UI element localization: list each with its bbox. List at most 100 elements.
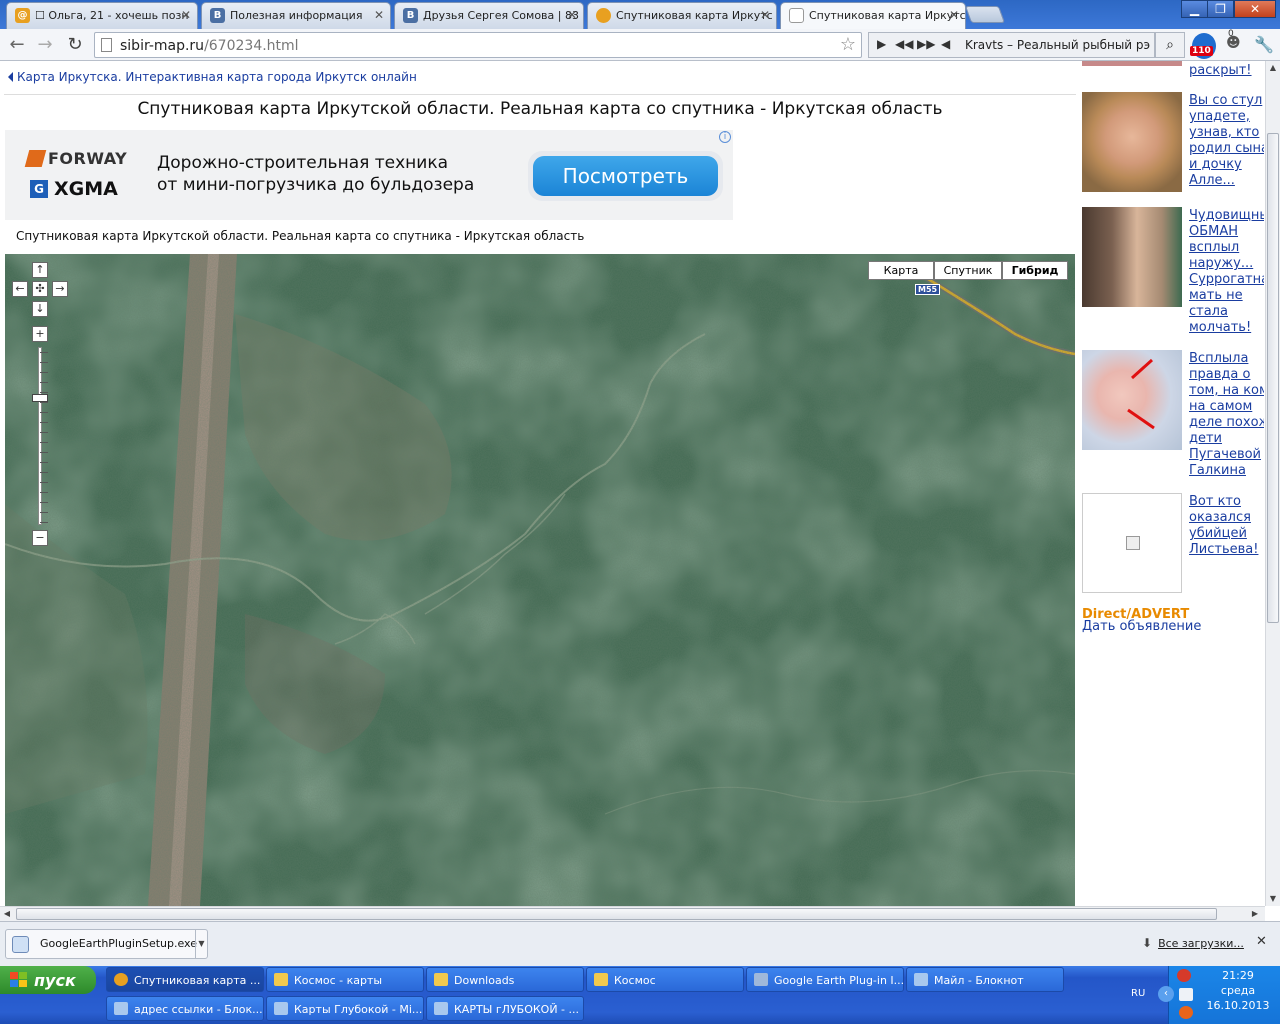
scroll-left-arrow-icon[interactable]: ◀	[0, 907, 14, 921]
tab-label: Спутниковая карта Иркутс	[809, 9, 966, 22]
back-to-irkutsk-link[interactable]: Карта Иркутска. Интерактивная карта горо…	[8, 70, 417, 84]
close-icon[interactable]: ✕	[374, 8, 384, 22]
road-label: M55	[915, 284, 941, 295]
back-button[interactable]: ←	[6, 34, 28, 56]
sidebar-image-babies[interactable]	[1082, 350, 1182, 450]
close-icon[interactable]: ✕	[949, 8, 959, 22]
tab-sat-map-2[interactable]: Спутниковая карта Иркутс ✕	[780, 2, 966, 29]
wrench-menu-icon[interactable]: 🔧	[1254, 35, 1274, 54]
ad-text-line2: от мини-погрузчика до бульдозера	[157, 175, 475, 195]
zoom-out-button[interactable]: −	[32, 530, 48, 546]
pan-down-button[interactable]: ↓	[32, 301, 48, 317]
chevron-left-icon[interactable]: ‹	[1158, 986, 1174, 1002]
close-icon[interactable]: ✕	[760, 8, 770, 22]
tab-label: ☐ Ольга, 21 - хочешь позн	[35, 9, 189, 22]
sidebar-image-broken[interactable]	[1082, 493, 1182, 593]
search-icon[interactable]: ⌕	[1155, 32, 1185, 58]
chevron-down-icon[interactable]: ▼	[195, 930, 207, 958]
forward-button[interactable]: →	[34, 34, 56, 56]
tab-olga[interactable]: @ ☐ Ольга, 21 - хочешь позн ✕	[6, 2, 198, 29]
scroll-right-arrow-icon[interactable]: ▶	[1248, 907, 1262, 921]
close-icon[interactable]: ✕	[567, 8, 577, 22]
task-mail-notepad[interactable]: Майл - Блокнот	[906, 967, 1064, 992]
mail-extension-icon[interactable]: 110	[1190, 33, 1216, 59]
ad-view-button[interactable]: Посмотреть	[528, 151, 723, 201]
task-google-earth[interactable]: Google Earth Plug-in I...	[746, 967, 904, 992]
windows-flag-icon	[10, 972, 28, 988]
sidebar-link-deception[interactable]: Чудовищны ОБМАН всплыл наружу... Суррога…	[1189, 208, 1264, 336]
clock[interactable]: 21:29 среда 16.10.2013	[1196, 968, 1280, 1013]
zoom-in-button[interactable]: +	[32, 326, 48, 342]
alert-icon[interactable]	[1179, 1006, 1193, 1019]
all-downloads-link[interactable]: ⬇ Все загрузки...	[1142, 936, 1244, 950]
map-type-satellite-button[interactable]: Спутник	[934, 261, 1002, 280]
tab-friends[interactable]: B Друзья Сергея Сомова | 83 ✕	[394, 2, 584, 29]
map-type-map-button[interactable]: Карта	[868, 261, 934, 280]
sidebar-image-top[interactable]	[1082, 61, 1182, 66]
antivirus-icon[interactable]	[1177, 969, 1191, 982]
pan-center-button[interactable]: ✣	[32, 281, 48, 297]
zoom-tick	[40, 352, 48, 353]
zoom-slider-thumb[interactable]	[32, 394, 48, 402]
zoom-tick	[40, 412, 48, 413]
pan-right-button[interactable]: →	[52, 281, 68, 297]
next-icon[interactable]: ▶▶	[917, 37, 935, 51]
sidebar-image-pugacheva[interactable]	[1082, 92, 1182, 192]
map-caption: Спутниковая карта Иркутской области. Реа…	[16, 229, 585, 243]
pan-left-button[interactable]: ←	[12, 281, 28, 297]
task-downloads[interactable]: Downloads	[426, 967, 584, 992]
sidebar-link-listyev[interactable]: Вот кто оказался убийцей Листьева!	[1189, 494, 1264, 558]
zoom-slider[interactable]	[35, 347, 48, 525]
volume-icon[interactable]: ◀	[941, 37, 950, 51]
horizontal-scrollbar[interactable]: ◀ ▶	[0, 906, 1265, 921]
task-kosmos-maps[interactable]: Космос - карты	[266, 967, 424, 992]
close-window-button[interactable]: ✕	[1234, 0, 1276, 18]
place-ad-link[interactable]: Дать объявление	[1082, 619, 1201, 634]
pan-up-button[interactable]: ↑	[32, 262, 48, 278]
task-link-notepad[interactable]: адрес ссылки - Блок...	[106, 996, 264, 1021]
task-kosmos[interactable]: Космос	[586, 967, 744, 992]
zoom-tick	[40, 522, 48, 523]
tab-useful-info[interactable]: B Полезная информация ✕	[201, 2, 391, 29]
browser-tab-strip: @ ☐ Ольга, 21 - хочешь позн ✕ B Полезная…	[0, 0, 1280, 29]
download-filename: GoogleEarthPluginSetup.exe	[40, 937, 197, 950]
tab-sat-map-1[interactable]: Спутниковая карта Иркутс ✕	[587, 2, 777, 29]
zoom-tick	[40, 482, 48, 483]
sidebar-link-who-gave-birth[interactable]: Вы со стул упадете, узнав, кто родил сын…	[1189, 93, 1264, 189]
start-button[interactable]: пуск	[0, 966, 96, 994]
reload-button[interactable]: ↻	[64, 34, 86, 56]
page-icon	[789, 8, 804, 23]
previous-icon[interactable]: ◀◀	[895, 37, 913, 51]
sidebar-link-revealed[interactable]: раскрыт!	[1189, 63, 1264, 79]
play-icon[interactable]: ▶	[877, 37, 886, 51]
satellite-map[interactable]: M55 Карта Спутник Гибрид ↑ ← ✣ → ↓ + −	[5, 254, 1075, 906]
task-maps-glubokoy-caps[interactable]: КАРТЫ гЛУБОКОЙ - ...	[426, 996, 584, 1021]
mail-icon[interactable]	[1179, 988, 1193, 1001]
minimize-button[interactable]: ▁	[1181, 0, 1208, 18]
address-bar[interactable]: sibir-map.ru/670234.html ☆	[94, 32, 862, 58]
download-item[interactable]: GoogleEarthPluginSetup.exe ▼	[5, 929, 208, 959]
language-indicator[interactable]: RU	[1131, 988, 1145, 999]
zoom-tick	[40, 362, 48, 363]
task-chrome-sat-map[interactable]: Спутниковая карта ...	[106, 967, 264, 992]
info-icon[interactable]: i	[719, 131, 731, 143]
sidebar-image-couple[interactable]	[1082, 207, 1182, 307]
scroll-up-arrow-icon[interactable]: ▲	[1266, 61, 1280, 75]
vertical-scrollbar[interactable]: ▲ ▼	[1265, 61, 1280, 906]
restore-button[interactable]: ❐	[1207, 0, 1234, 18]
close-icon[interactable]: ✕	[181, 8, 191, 22]
vertical-scroll-thumb[interactable]	[1267, 133, 1279, 623]
bookmark-star-icon[interactable]: ☆	[840, 34, 856, 55]
scroll-down-arrow-icon[interactable]: ▼	[1266, 892, 1280, 906]
ad-banner[interactable]: i FORWAY G XGMA Дорожно-строительная техн…	[5, 130, 733, 220]
sidebar-link-truth[interactable]: Всплыла правда о том, на ком на самом де…	[1189, 351, 1264, 479]
new-tab-button[interactable]	[964, 6, 1006, 23]
folder-icon	[594, 973, 608, 986]
horizontal-scroll-thumb[interactable]	[16, 908, 1217, 920]
map-type-hybrid-button[interactable]: Гибрид	[1002, 261, 1068, 280]
user-extension-icon[interactable]: ☻ 0	[1226, 29, 1241, 51]
red-arrow-icon	[1127, 358, 1155, 430]
close-shelf-icon[interactable]: ✕	[1256, 934, 1267, 949]
task-maps-glubokoy[interactable]: Карты Глубокой - Mi...	[266, 996, 424, 1021]
satellite-imagery	[5, 254, 1075, 906]
